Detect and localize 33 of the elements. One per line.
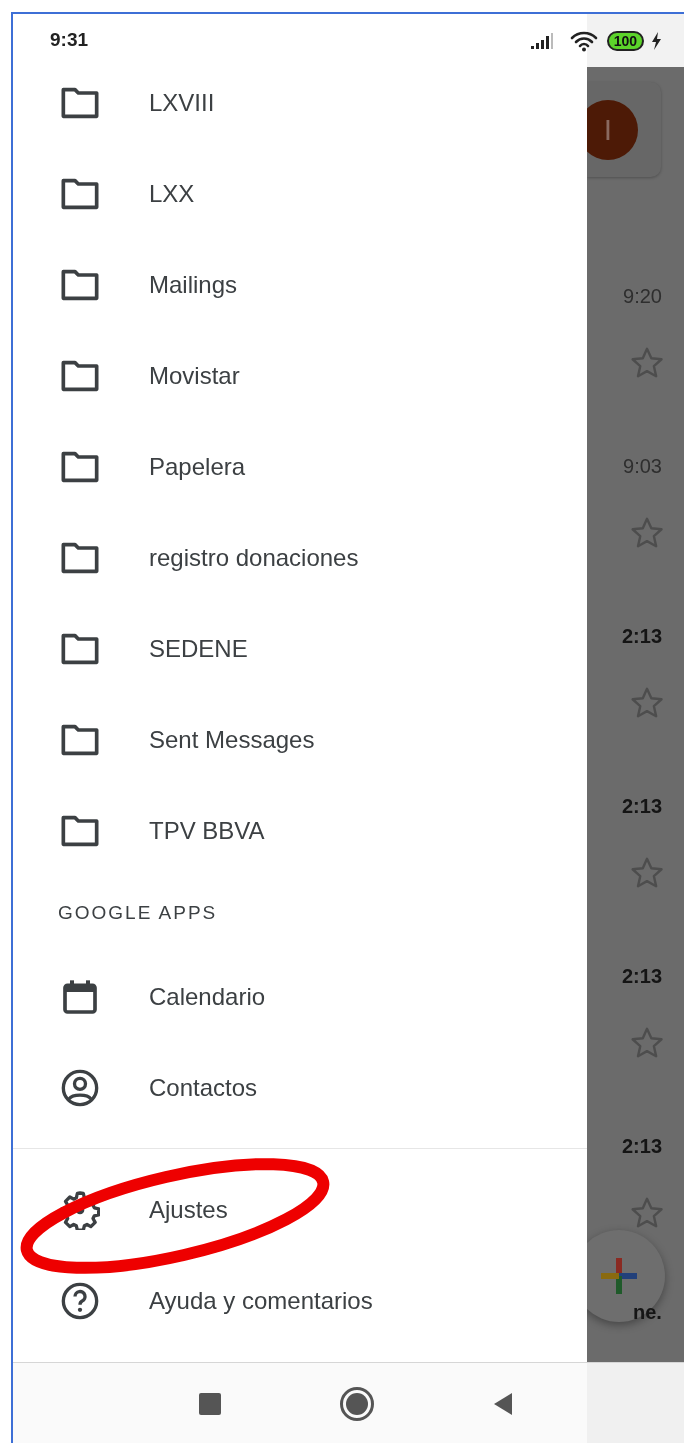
- drawer-item[interactable]: LXVIII: [13, 67, 587, 148]
- email-time: 2:13: [621, 964, 662, 988]
- drawer-item[interactable]: Calendario: [13, 951, 587, 1042]
- person-circle-icon: [60, 1067, 100, 1108]
- signal-icon: [529, 31, 554, 50]
- email-time: 2:13: [621, 624, 662, 648]
- drawer-item[interactable]: Ayuda y comentarios: [13, 1255, 587, 1346]
- status-time: 9:31: [50, 28, 89, 53]
- email-time: 9:03: [623, 454, 662, 478]
- charging-bolt-icon: [650, 30, 662, 51]
- back-icon: [492, 1392, 514, 1416]
- home-button[interactable]: [340, 1387, 374, 1421]
- drawer-item[interactable]: Papelera: [13, 421, 587, 512]
- drawer-item[interactable]: registro donaciones: [13, 512, 587, 603]
- drawer-item[interactable]: TPV BBVA: [13, 785, 587, 876]
- help-icon: [60, 1280, 100, 1321]
- wifi-icon: [569, 29, 598, 52]
- drawer-item[interactable]: LXX: [13, 148, 587, 239]
- email-time: 9:20: [623, 284, 662, 308]
- drawer-item[interactable]: Ajustes: [13, 1164, 587, 1255]
- recent-apps-button[interactable]: [199, 1393, 221, 1415]
- drawer-item[interactable]: SEDENE: [13, 603, 587, 694]
- email-time: 2:13: [621, 1134, 662, 1158]
- section-header: GOOGLE APPS: [58, 901, 218, 926]
- plus-icon: [599, 1256, 639, 1296]
- drawer-item[interactable]: Sent Messages: [13, 694, 587, 785]
- compose-button[interactable]: [587, 1230, 665, 1322]
- email-snippet: ne.: [633, 1300, 662, 1325]
- email-time: 2:13: [621, 794, 662, 818]
- drawer-item[interactable]: Mailings: [13, 239, 587, 330]
- drawer-item[interactable]: Contactos: [13, 1042, 587, 1133]
- battery-level: 100: [613, 33, 637, 48]
- drawer-item[interactable]: Movistar: [13, 330, 587, 421]
